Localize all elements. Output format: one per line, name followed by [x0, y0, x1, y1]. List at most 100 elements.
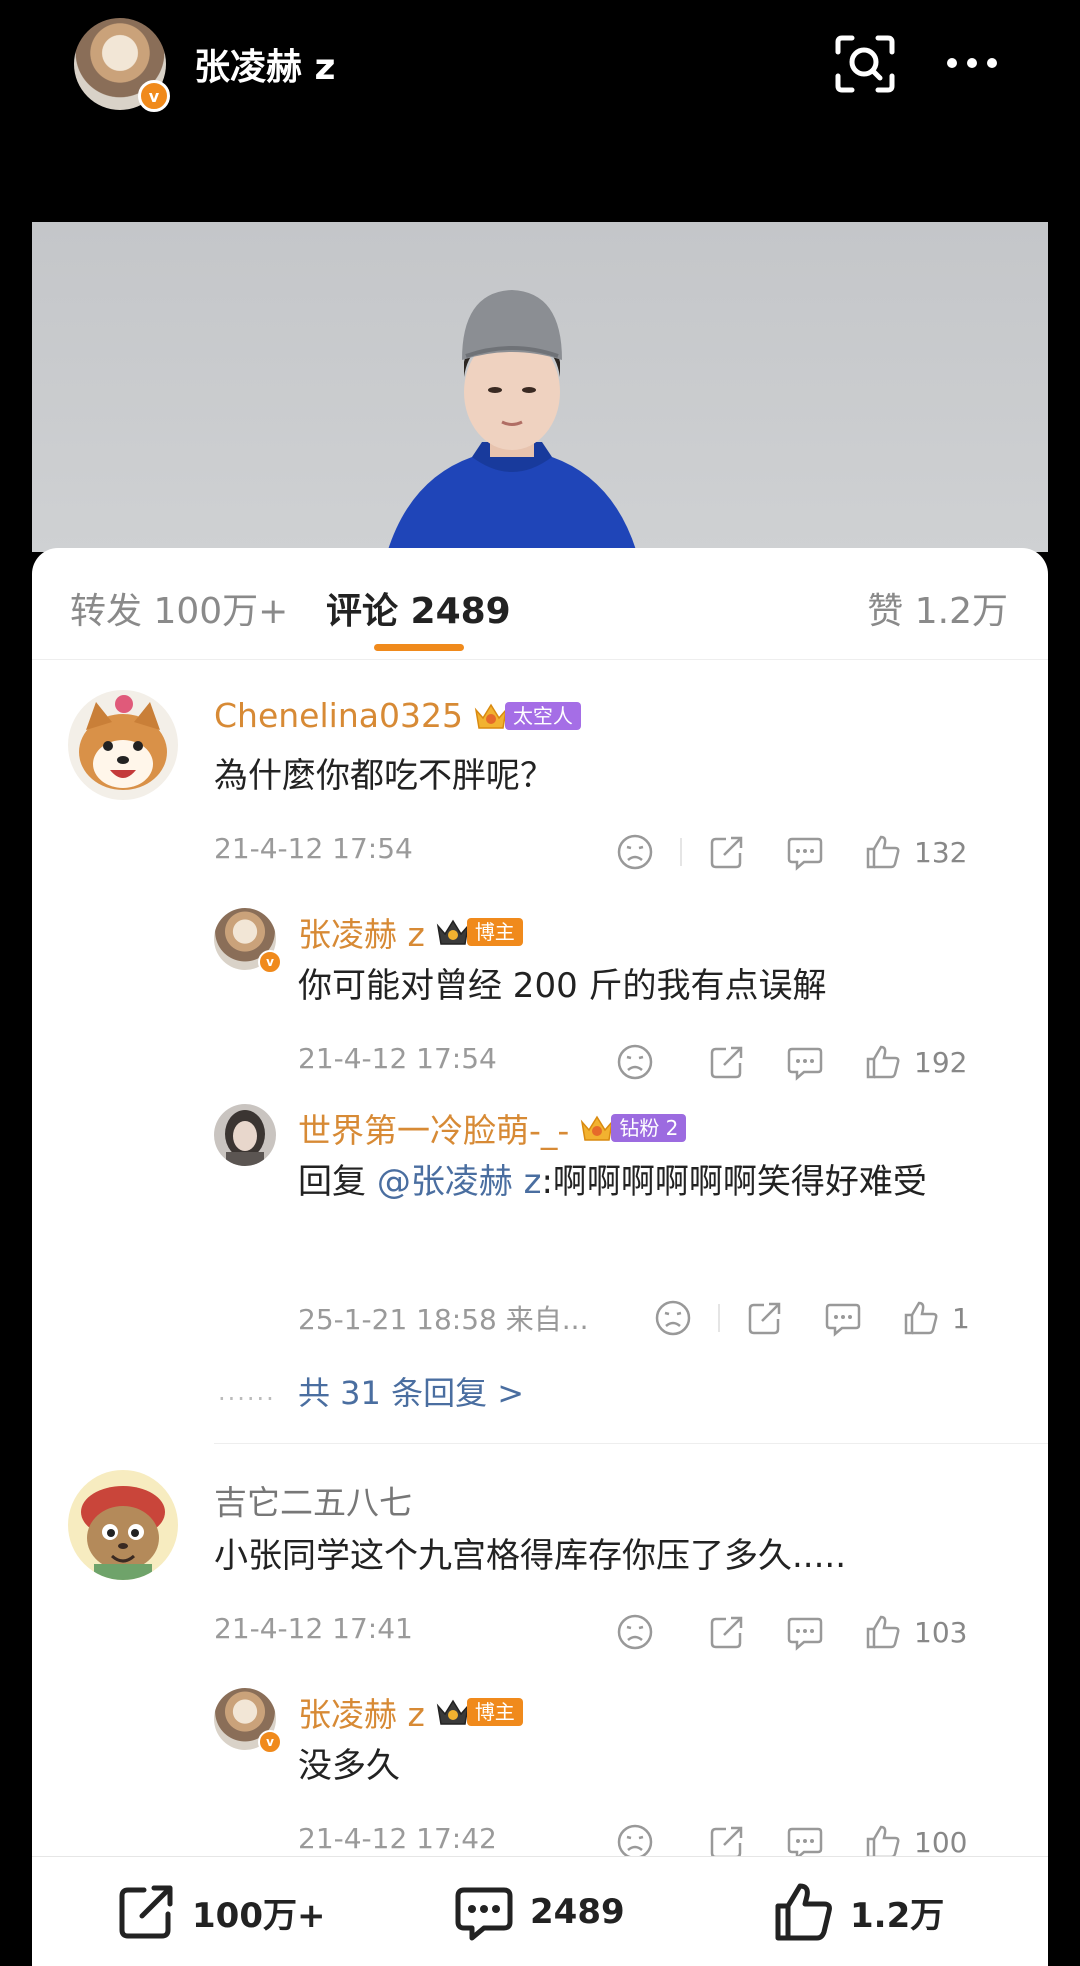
author-badge: 博主: [435, 916, 523, 948]
reply-text: 回复 @张凌赫 z:啊啊啊啊啊啊笑得好难受: [298, 1154, 1018, 1210]
commenter-name-text: 吉它二五八七: [214, 1483, 412, 1522]
like-count: 1.2万: [850, 1895, 945, 1936]
comment-count: 2489: [530, 1892, 625, 1932]
replier-avatar[interactable]: v: [214, 1688, 282, 1754]
reply-actions: 192: [616, 1040, 967, 1084]
author-avatar[interactable]: v: [74, 18, 170, 112]
mention-link[interactable]: @张凌赫 z: [377, 1162, 542, 1202]
like-count: 132: [914, 835, 968, 869]
author-name[interactable]: 张凌赫 z: [194, 38, 336, 90]
bottom-action-bar: 100万+ 2489 1.2万: [32, 1856, 1048, 1966]
dislike-face-icon[interactable]: [654, 1299, 692, 1337]
tab-comments[interactable]: 评论 2489: [326, 582, 511, 634]
verified-badge: v: [258, 1730, 282, 1754]
replier-name[interactable]: 世界第一冷脸萌-_- 钻粉 2: [298, 1104, 687, 1152]
comment-time: 21-4-12 17:41: [214, 1612, 413, 1645]
girl-avatar-icon: [214, 1104, 276, 1166]
reply-time: 21-4-12 17:54: [298, 1042, 497, 1075]
comment-actions: 132: [616, 830, 967, 874]
like-count: 103: [914, 1615, 968, 1649]
replier-avatar[interactable]: v: [214, 908, 282, 974]
person-photo: [387, 290, 637, 552]
fan-badge[interactable]: 太空人: [473, 700, 581, 732]
top-bar: v 张凌赫 z: [0, 0, 1080, 150]
reply-actions: 1: [654, 1296, 970, 1340]
replier-name-text: 张凌赫 z: [298, 915, 425, 954]
author-badge-label: 博主: [466, 1698, 523, 1726]
share-icon[interactable]: [708, 1043, 746, 1081]
action-separator: [680, 1618, 682, 1646]
comment-icon[interactable]: [786, 833, 824, 871]
action-separator: [718, 1304, 720, 1332]
crown-icon: [436, 919, 469, 945]
repost-icon: [119, 1885, 173, 1939]
action-separator: [680, 838, 682, 866]
fan-badge-label: 太空人: [504, 701, 581, 730]
like-button[interactable]: 1.2万: [772, 1879, 944, 1945]
action-separator: [680, 1828, 682, 1856]
author-badge-label: 博主: [466, 918, 523, 946]
repost-count: 100万+: [192, 1895, 326, 1936]
author-badge: 博主: [435, 1696, 523, 1728]
dislike-face-icon[interactable]: [616, 1043, 654, 1081]
replier-name[interactable]: 张凌赫 z 博主: [298, 908, 523, 956]
repost-button[interactable]: 100万+: [114, 1879, 325, 1945]
like-icon[interactable]: [864, 1613, 902, 1651]
commenter-name[interactable]: Chenelina0325 太空人: [214, 696, 581, 735]
crown-icon: [474, 703, 508, 729]
more-icon[interactable]: [944, 48, 1000, 78]
fan-badge-label: 钻粉 2: [611, 1114, 687, 1142]
comment-icon: [455, 1887, 513, 1941]
comment-icon[interactable]: [786, 1613, 824, 1651]
cartoon-avatar-icon: [68, 1470, 178, 1580]
verified-badge: v: [138, 80, 170, 112]
comments-card: 转发 100万+ 评论 2489 赞 1.2万 Chenelina0325 太空…: [32, 548, 1048, 1966]
fan-badge[interactable]: 钻粉 2: [579, 1112, 687, 1144]
tab-repost[interactable]: 转发 100万+: [70, 582, 288, 634]
dislike-face-icon[interactable]: [616, 1613, 654, 1651]
crown-icon: [581, 1115, 614, 1141]
like-count: 1: [952, 1301, 970, 1335]
comment-actions: 103: [616, 1610, 967, 1654]
like-icon[interactable]: [902, 1299, 940, 1337]
dislike-face-icon[interactable]: [616, 833, 654, 871]
thread-dots: ......: [218, 1378, 276, 1406]
commenter-avatar[interactable]: [68, 1470, 178, 1580]
share-icon[interactable]: [746, 1299, 784, 1337]
replier-name-text: 张凌赫 z: [298, 1695, 425, 1734]
shiba-dog-avatar-icon: [68, 690, 178, 800]
like-icon: [775, 1883, 832, 1941]
comment-button[interactable]: 2489: [452, 1879, 625, 1945]
active-tab-indicator: [374, 644, 464, 651]
replier-name[interactable]: 张凌赫 z 博主: [298, 1688, 523, 1736]
tab-likes[interactable]: 赞 1.2万: [867, 582, 1008, 634]
comment-icon[interactable]: [824, 1299, 862, 1337]
reply-time: 21-4-12 17:42: [298, 1822, 497, 1855]
comment-text: 為什麼你都吃不胖呢？: [214, 756, 554, 796]
reply-time: 25-1-21 18:58 来自...: [298, 1303, 589, 1336]
replier-avatar[interactable]: [214, 1104, 276, 1166]
scan-search-icon[interactable]: [834, 34, 896, 94]
post-image[interactable]: [32, 222, 1048, 552]
view-all-replies-link[interactable]: 共 31 条回复 >: [298, 1368, 524, 1414]
comment-icon[interactable]: [786, 1043, 824, 1081]
commenter-name-text: Chenelina0325: [214, 696, 463, 735]
reply-text: 你可能对曾经 200 斤的我有点误解: [298, 966, 827, 1006]
reply-body: :啊啊啊啊啊啊笑得好难受: [541, 1162, 927, 1202]
comment-text: 小张同学这个九宫格得库存你压了多久.....: [214, 1536, 847, 1576]
reply-text: 没多久: [298, 1746, 400, 1786]
action-separator: [680, 1048, 682, 1076]
commenter-avatar[interactable]: [68, 690, 178, 800]
verified-badge: v: [258, 950, 282, 974]
crown-icon: [436, 1699, 469, 1725]
like-count: 100: [914, 1825, 968, 1859]
commenter-name[interactable]: 吉它二五八七: [214, 1476, 412, 1524]
interaction-tabs: 转发 100万+ 评论 2489 赞 1.2万: [32, 548, 1048, 660]
like-count: 192: [914, 1045, 968, 1079]
replier-name-text: 世界第一冷脸萌-_-: [298, 1111, 570, 1150]
comment-divider: [214, 1443, 1048, 1444]
share-icon[interactable]: [708, 1613, 746, 1651]
like-icon[interactable]: [864, 833, 902, 871]
share-icon[interactable]: [708, 833, 746, 871]
like-icon[interactable]: [864, 1043, 902, 1081]
